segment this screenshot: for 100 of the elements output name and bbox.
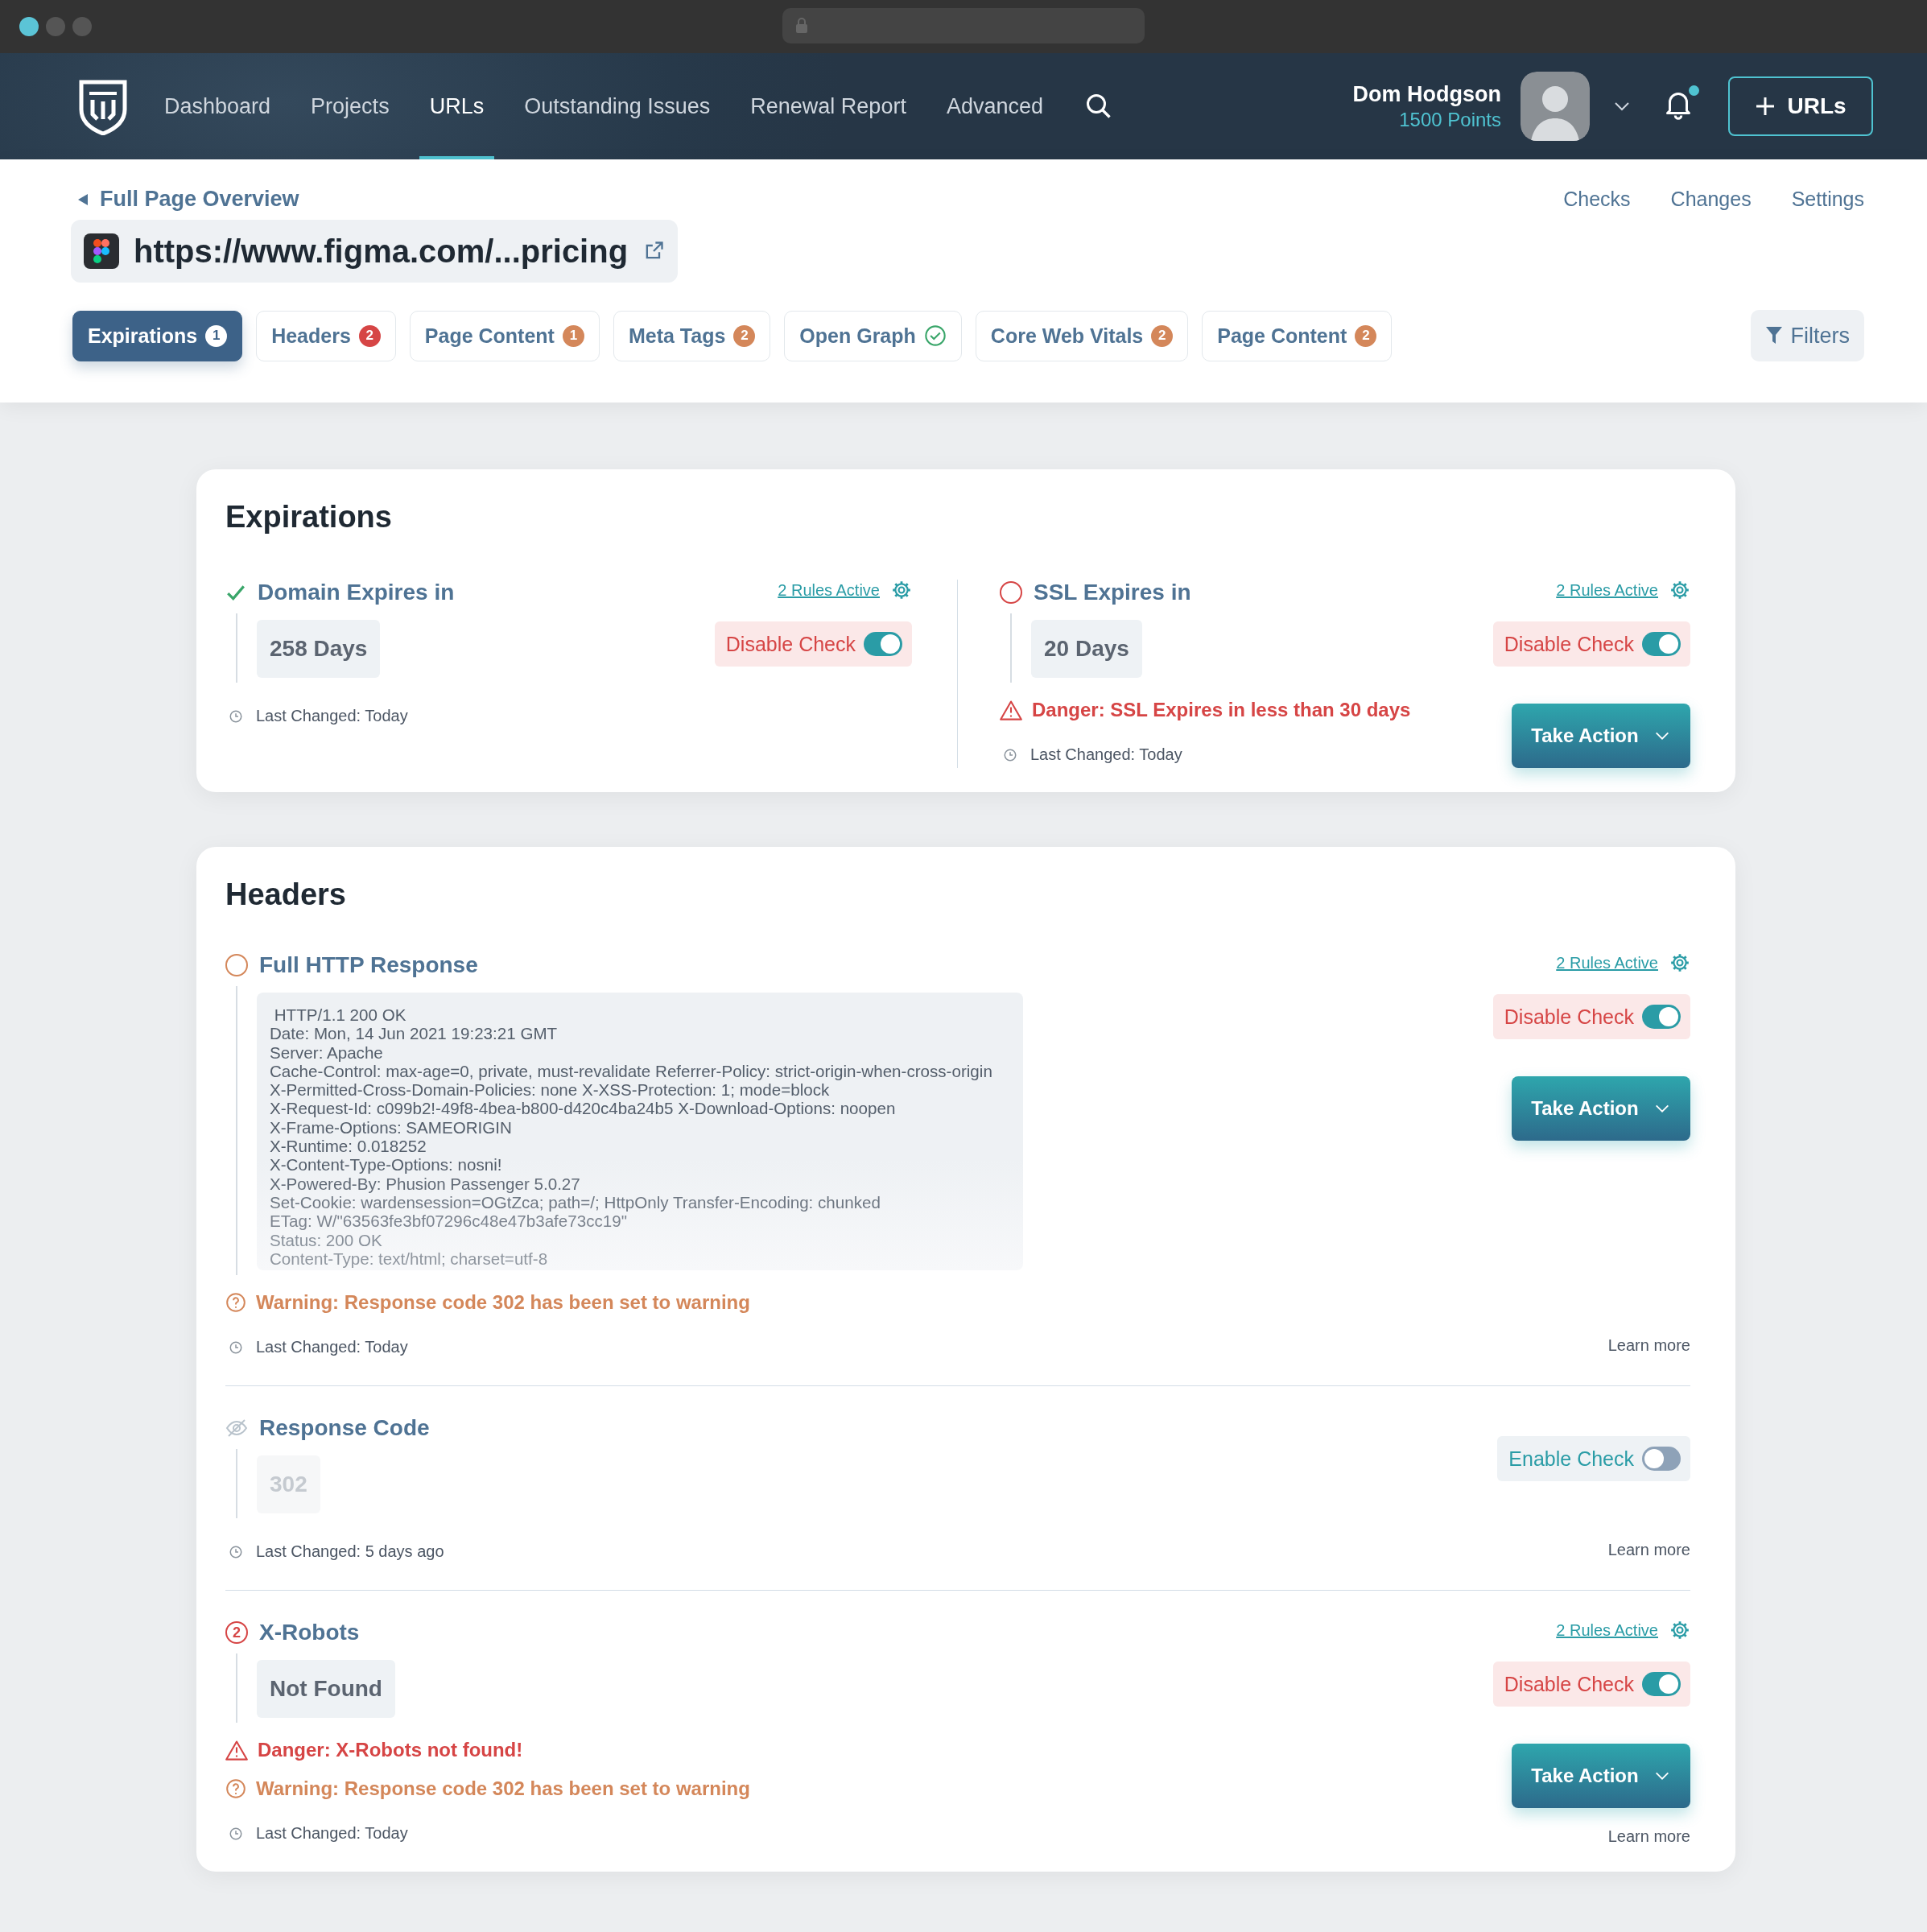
code-line: X-Powered-By: Phusion Passenger 5.0.27 — [270, 1174, 581, 1193]
message-text: Danger: X-Robots not found! — [258, 1739, 523, 1761]
message-text: Danger: SSL Expires in less than 30 days — [1032, 699, 1411, 721]
last-changed-text: Last Changed: 5 days ago — [256, 1542, 444, 1561]
code-line: Content-Type: text/html; charset=utf-8 — [270, 1249, 549, 1269]
nav-link[interactable]: Advanced — [935, 53, 1054, 159]
warning-triangle-icon — [1000, 700, 1022, 720]
value-box: 258 Days — [257, 620, 381, 678]
settings-icon[interactable] — [1669, 1620, 1690, 1641]
url-text: https://www.figma.com/...pricing — [134, 233, 629, 270]
code-line: X-Request-Id: c099b2!-49f8-4bea-b800-d420c4ba24b5 X-Download-Options: noopen — [270, 1099, 897, 1118]
nav-link[interactable]: Dashboard — [154, 53, 282, 159]
caret-icon[interactable] — [1614, 101, 1630, 111]
toggle-switch[interactable] — [1642, 1672, 1681, 1696]
toggle-switch[interactable] — [1642, 632, 1681, 656]
user-points: 1500 Points — [1399, 108, 1501, 131]
back-arrow-icon — [77, 192, 89, 206]
clock-icon — [229, 1826, 243, 1841]
check-toggle[interactable]: Disable Check — [1492, 621, 1690, 667]
rules-link[interactable]: 2 Rules Active — [1556, 953, 1658, 972]
page-link[interactable]: Changes — [1670, 188, 1752, 211]
message-text: Warning: Response code 302 has been set to warning — [256, 1291, 750, 1314]
value-box: Not Found — [257, 1660, 395, 1718]
warning-triangle-icon — [225, 1740, 248, 1761]
toggle-switch[interactable] — [864, 632, 902, 656]
toggle-switch[interactable] — [1642, 1447, 1681, 1471]
take-action-button[interactable]: Take Action — [1512, 704, 1690, 768]
learn-more-link[interactable]: Learn more — [1607, 1521, 1690, 1561]
back-link[interactable]: Full Page Overview — [77, 187, 299, 212]
check-toggle[interactable]: Enable Check — [1497, 1436, 1690, 1481]
count-badge: 2 — [358, 324, 381, 347]
code-line: Server: Apache — [270, 1042, 384, 1062]
settings-icon[interactable] — [891, 580, 912, 601]
count-badge: 1 — [205, 324, 228, 347]
page-link[interactable]: Checks — [1563, 188, 1631, 211]
tab[interactable]: Meta Tags 2 — [613, 310, 771, 361]
last-changed-text: Last Changed: Today — [256, 1338, 408, 1356]
tab[interactable]: Headers 2 — [256, 310, 396, 361]
check-toggle[interactable]: Disable Check — [1492, 994, 1690, 1039]
check-title: Domain Expires in — [258, 580, 455, 605]
code-line: HTTP/1.1 200 OK — [273, 1005, 407, 1025]
code-line: X-Content-Type-Options: nosni! — [270, 1155, 503, 1174]
settings-icon[interactable] — [1669, 580, 1690, 601]
code-line: ETag: W/"63563fe3bf07296c48e47b3afe73cc19" — [270, 1212, 628, 1231]
rules-link[interactable]: 2 Rules Active — [1556, 580, 1658, 600]
tab[interactable]: Page Content 2 — [1202, 310, 1393, 361]
plus-icon — [1755, 96, 1776, 117]
code-line: X-Runtime: 0.018252 — [270, 1137, 427, 1156]
window-button[interactable] — [19, 17, 39, 36]
learn-more-link[interactable]: Learn more — [1607, 1808, 1690, 1847]
clock-icon — [229, 1340, 243, 1355]
nav-link[interactable]: Outstanding Issues — [514, 53, 721, 159]
take-action-button[interactable]: Take Action — [1512, 1744, 1690, 1808]
take-action-button[interactable]: Take Action — [1512, 1076, 1690, 1141]
question-circle-icon — [225, 1292, 246, 1313]
filters-button[interactable]: Filters — [1750, 310, 1864, 361]
clock-icon — [229, 708, 243, 724]
code-line: Date: Mon, 14 Jun 2021 19:23:21 GMT — [270, 1024, 559, 1043]
last-changed-text: Last Changed: Today — [256, 707, 408, 725]
rules-link[interactable]: 2 Rules Active — [1556, 1620, 1658, 1640]
learn-more-link[interactable]: Learn more — [1607, 1317, 1690, 1356]
add-urls-button[interactable]: URLs — [1728, 76, 1873, 136]
value-box: 20 Days — [1031, 620, 1142, 678]
count-badge: 2 — [225, 1621, 248, 1644]
code-line: Cache-Control: max-age=0, private, must-revalidate Referrer-Policy: strict-origin-when-cross-origin — [270, 1061, 993, 1081]
check-circle-icon — [923, 324, 947, 347]
page-link[interactable]: Settings — [1791, 188, 1864, 211]
code-line: X-Permitted-Cross-Domain-Policies: none X-XSS-Protection: 1; mode=block — [270, 1080, 831, 1100]
check-title: Full HTTP Response — [259, 952, 478, 978]
nav-link[interactable]: Renewal Report — [740, 53, 917, 159]
section-title: Expirations — [225, 500, 393, 535]
code-line: Status: 200 OK — [270, 1230, 383, 1249]
clock-icon — [229, 1544, 243, 1559]
count-badge: 2 — [1151, 324, 1174, 347]
last-changed-text: Last Changed: Today — [256, 1824, 408, 1843]
rules-link[interactable]: 2 Rules Active — [778, 580, 880, 600]
tab[interactable]: Open Graph — [784, 310, 962, 361]
code-line: X-Frame-Options: SAMEORIGIN — [270, 1117, 513, 1137]
check-toggle[interactable]: Disable Check — [1492, 1662, 1690, 1707]
code-line: Set-Cookie: wardensession=OGtZca; path=/; HttpOnly Transfer-Encoding: chunked — [270, 1192, 881, 1212]
question-circle-icon — [225, 1778, 246, 1799]
lock-icon — [795, 18, 808, 34]
toggle-switch[interactable] — [1642, 1005, 1681, 1029]
eye-slash-icon — [225, 1418, 248, 1438]
clock-icon — [1003, 747, 1017, 762]
last-changed-text: Last Changed: Today — [1030, 745, 1182, 764]
filter-icon — [1764, 326, 1783, 345]
section-title: Headers — [225, 877, 347, 912]
check-toggle[interactable]: Disable Check — [714, 621, 912, 667]
count-badge: 1 — [562, 324, 584, 347]
avatar[interactable] — [1521, 72, 1590, 141]
tab[interactable]: Core Web Vitals 2 — [975, 310, 1189, 361]
check-title: Response Code — [259, 1415, 430, 1441]
check-title: X-Robots — [259, 1620, 360, 1645]
count-badge: 2 — [733, 324, 756, 347]
settings-icon[interactable] — [1669, 952, 1690, 973]
tab[interactable]: Expirations 1 — [72, 310, 243, 361]
tab[interactable]: Page Content 1 — [409, 310, 600, 361]
nav-link[interactable]: Projects — [300, 53, 400, 159]
favicon-icon — [84, 233, 119, 269]
